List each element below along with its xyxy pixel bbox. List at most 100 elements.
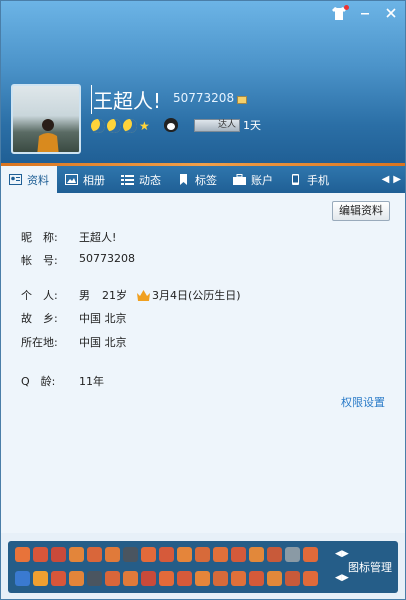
profile-tabs: 资料 相册 动态 标签 账户 手机 ◀ ▶ [1,166,405,193]
tab-label: 资料 [27,173,49,187]
daren-label: 达人 [194,118,240,132]
nickname-label: 昵 称: [21,231,58,244]
crown-icon [137,289,150,301]
service-icon[interactable] [285,571,300,586]
chevron-right-icon[interactable]: ▶ [393,174,401,185]
hometown-label: 故 乡: [21,312,58,325]
service-icon[interactable] [195,547,210,562]
service-icon[interactable] [33,571,48,586]
personal-label: 个 人: [21,289,58,302]
service-icon[interactable] [249,571,264,586]
location-label: 所在地: [21,336,58,349]
qage-value: 11年 [79,375,104,388]
account-value: 50773208 [79,252,135,265]
icons-row2-arrows[interactable]: ◀▶ [335,573,349,583]
qage-row: Q 龄: 11年 [21,373,104,389]
service-icon[interactable] [249,547,264,562]
profile-window: 王超人! 50773208 ★ 达人 1天 资料 相册 动态 标签 账户 手机 … [0,0,406,600]
daren-days: 1天 [243,119,261,132]
age-value: 21岁 [102,289,127,302]
location-value: 中国 北京 [79,336,127,349]
gender-value: 男 [79,289,90,302]
icons-row1-arrows[interactable]: ◀▶ [335,549,349,559]
tab-scroll-arrows: ◀ ▶ [382,166,405,193]
service-icon[interactable] [123,571,138,586]
nickname-row: 昵 称: 王超人! [21,229,116,245]
tab-profile[interactable]: 资料 [1,166,57,193]
wallet-icon [233,174,246,185]
profile-header: 王超人! 50773208 ★ 达人 1天 [1,1,405,166]
tab-label: 相册 [83,173,105,187]
star-icon: ★ [139,119,150,133]
service-icon[interactable] [123,547,138,562]
penguin-icon[interactable] [164,118,178,132]
service-icon[interactable] [159,547,174,562]
skin-shirt-icon[interactable] [331,5,349,23]
tab-account[interactable]: 账户 [225,166,281,193]
service-icon[interactable] [285,547,300,562]
icon-manager-link[interactable]: 图标管理 [348,559,392,575]
window-controls [331,5,399,23]
nickname-heading[interactable]: 王超人! [91,85,161,114]
service-icon[interactable] [141,547,156,562]
chevron-left-icon[interactable]: ◀ [382,174,390,185]
service-icon[interactable] [303,571,318,586]
qq-number-badge-icon [237,96,247,104]
service-icon[interactable] [51,571,66,586]
service-icon[interactable] [303,547,318,562]
avatar[interactable] [11,84,81,154]
photo-album-icon [65,174,78,185]
service-icon[interactable] [105,571,120,586]
location-row: 所在地: 中国 北京 [21,334,127,350]
service-icons-row-2 [15,571,318,586]
account-label: 帐 号: [21,254,58,267]
permission-settings-link[interactable]: 权限设置 [341,394,385,410]
nickname-value: 王超人! [79,231,117,244]
close-icon[interactable] [383,7,399,23]
service-icons-panel: ◀▶ ◀▶ 图标管理 [8,541,398,593]
edit-profile-button[interactable]: 编辑资料 [332,201,390,221]
service-icon[interactable] [33,547,48,562]
service-icon[interactable] [267,571,282,586]
phone-icon [292,174,299,185]
moon-icon [107,119,121,133]
service-icon[interactable] [87,547,102,562]
tab-album[interactable]: 相册 [57,166,113,193]
service-icon[interactable] [51,547,66,562]
service-icon[interactable] [213,547,228,562]
hometown-row: 故 乡: 中国 北京 [21,310,127,326]
hometown-value: 中国 北京 [79,312,127,325]
service-icon[interactable] [267,547,282,562]
service-icon[interactable] [15,571,30,586]
service-icon[interactable] [195,571,210,586]
tab-label: 账户 [251,173,273,187]
minimize-icon[interactable] [357,7,373,23]
service-icon[interactable] [69,571,84,586]
qq-level: ★ [91,119,150,133]
feed-list-icon [121,175,134,185]
service-icon[interactable] [141,571,156,586]
tab-label: 手机 [307,173,329,187]
tab-feed[interactable]: 动态 [113,166,169,193]
profile-card-icon [9,174,22,185]
service-icon[interactable] [177,571,192,586]
service-icon[interactable] [87,571,102,586]
service-icon[interactable] [105,547,120,562]
service-icon[interactable] [213,571,228,586]
tab-tags[interactable]: 标签 [169,166,225,193]
personal-row: 个 人: 男 21岁 3月4日(公历生日) [21,287,241,303]
tab-label: 标签 [195,173,217,187]
bookmark-icon [180,174,187,185]
tab-label: 动态 [139,173,161,187]
daren-badge[interactable]: 达人 1天 [194,118,261,132]
profile-content: 编辑资料 昵 称: 王超人! 帐 号: 50773208 个 人: 男 21岁 … [1,193,405,533]
service-icon[interactable] [15,547,30,562]
tab-phone[interactable]: 手机 [281,166,337,193]
service-icon[interactable] [231,571,246,586]
moon-icon [123,119,137,133]
service-icon[interactable] [177,547,192,562]
service-icon[interactable] [69,547,84,562]
service-icon[interactable] [231,547,246,562]
service-icon[interactable] [159,571,174,586]
moon-icon [91,119,105,133]
